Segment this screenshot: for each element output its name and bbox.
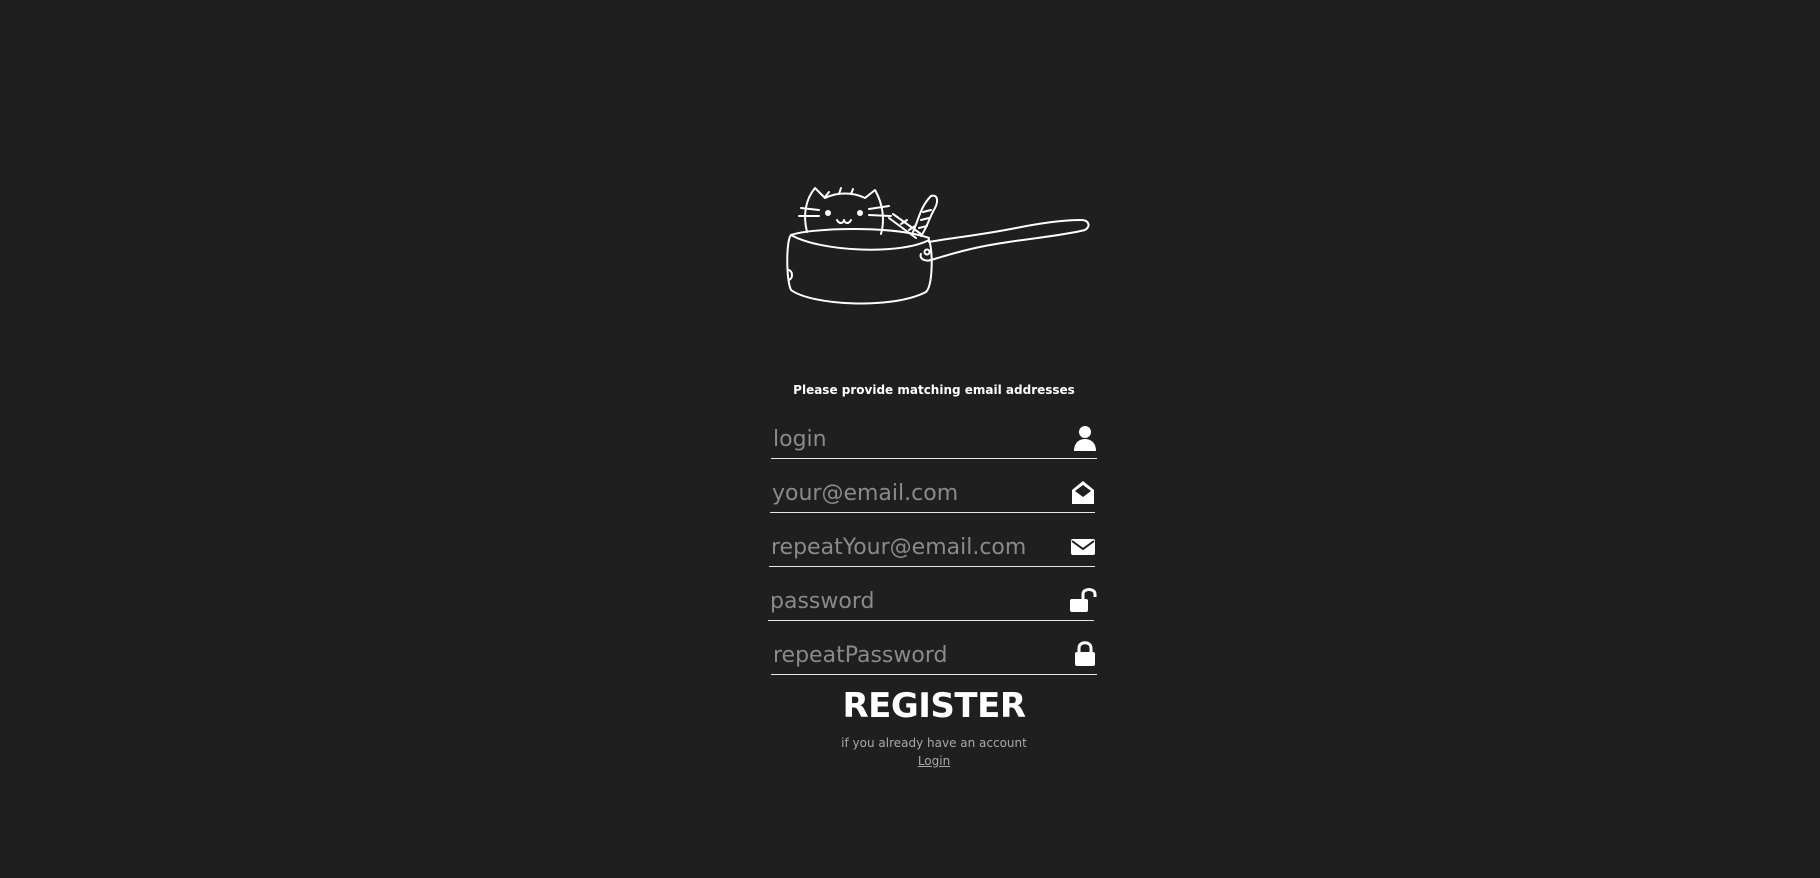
email-input[interactable] xyxy=(772,476,1052,510)
validation-message: Please provide matching email addresses xyxy=(793,383,1075,397)
repeat-email-field xyxy=(769,526,1095,567)
envelope-icon xyxy=(1071,539,1095,555)
user-icon xyxy=(1074,426,1096,451)
lock-icon xyxy=(1075,641,1095,666)
register-page: Please provide matching email addresses xyxy=(0,0,1820,878)
email-field xyxy=(770,472,1095,513)
login-link[interactable]: Login xyxy=(918,754,950,768)
repeat-password-input[interactable] xyxy=(773,638,1053,672)
login-field xyxy=(771,418,1097,459)
password-input[interactable] xyxy=(770,584,1050,618)
register-button[interactable]: REGISTER xyxy=(0,686,1820,726)
repeat-email-input[interactable] xyxy=(771,530,1051,564)
lock-open-icon xyxy=(1070,588,1097,612)
password-field xyxy=(768,580,1097,621)
envelope-open-icon xyxy=(1072,481,1094,504)
login-link-container: Login xyxy=(0,754,1820,768)
cat-in-pan-logo xyxy=(786,187,1090,305)
repeat-password-field xyxy=(771,634,1097,675)
account-hint: if you already have an account xyxy=(841,736,1027,750)
login-input[interactable] xyxy=(773,422,1053,456)
